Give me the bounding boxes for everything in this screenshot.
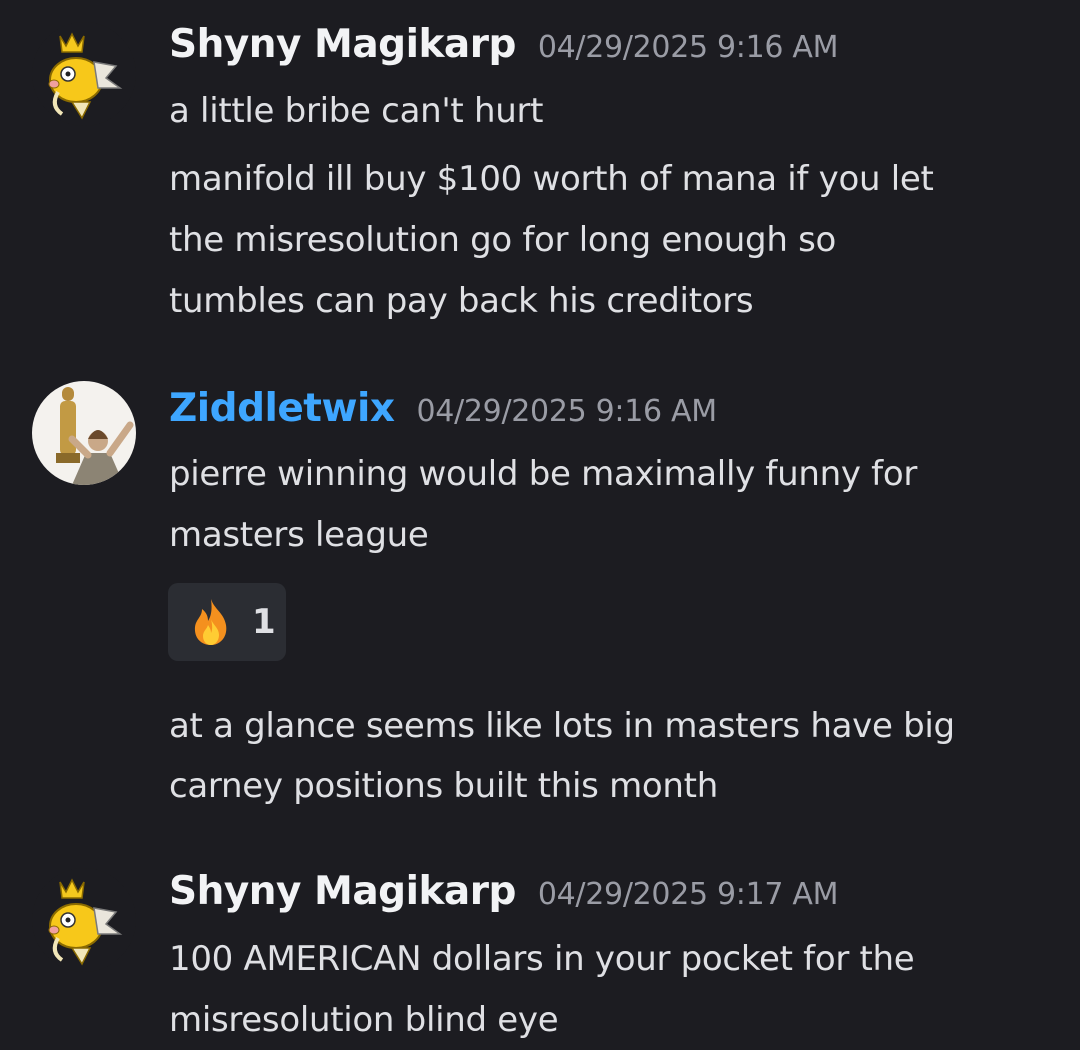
message-text: tumbles can pay back his creditors [169, 281, 754, 321]
fire-emoji-icon [194, 599, 227, 645]
avatar-shyny-magikarp[interactable] [32, 868, 136, 972]
timestamp: 04/29/2025 9:17 AM [537, 877, 839, 912]
username[interactable]: Shyny Magikarp [169, 869, 516, 914]
timestamp: 04/29/2025 9:16 AM [416, 394, 718, 429]
avatar-shyny-magikarp[interactable] [32, 22, 136, 126]
message-header: Shyny Magikarp 04/29/2025 9:17 AM [169, 869, 839, 914]
message-text: carney positions built this month [169, 766, 718, 806]
message-text: 100 AMERICAN dollars in your pocket for … [169, 939, 915, 979]
reaction-button[interactable]: 1 [168, 583, 286, 661]
message-text: the misresolution go for long enough so [169, 220, 836, 260]
timestamp: 04/29/2025 9:16 AM [537, 30, 839, 65]
magikarp-icon [32, 22, 136, 126]
message-header: Shyny Magikarp 04/29/2025 9:16 AM [169, 22, 839, 67]
message-header: Ziddletwix 04/29/2025 9:16 AM [169, 386, 717, 431]
message-text: a little bribe can't hurt [169, 91, 544, 131]
message-text: pierre winning would be maximally funny … [169, 454, 918, 494]
username[interactable]: Ziddletwix [169, 386, 395, 431]
message-text: at a glance seems like lots in masters h… [169, 706, 955, 746]
message-text: manifold ill buy $100 worth of mana if y… [169, 159, 934, 199]
magikarp-icon [32, 868, 136, 972]
avatar-ziddletwix[interactable] [32, 381, 136, 485]
username[interactable]: Shyny Magikarp [169, 22, 516, 67]
oscar-statue-icon [32, 381, 136, 485]
message-text: masters league [169, 515, 429, 555]
reaction-count: 1 [252, 602, 276, 642]
message-text: misresolution blind eye [169, 1000, 559, 1040]
